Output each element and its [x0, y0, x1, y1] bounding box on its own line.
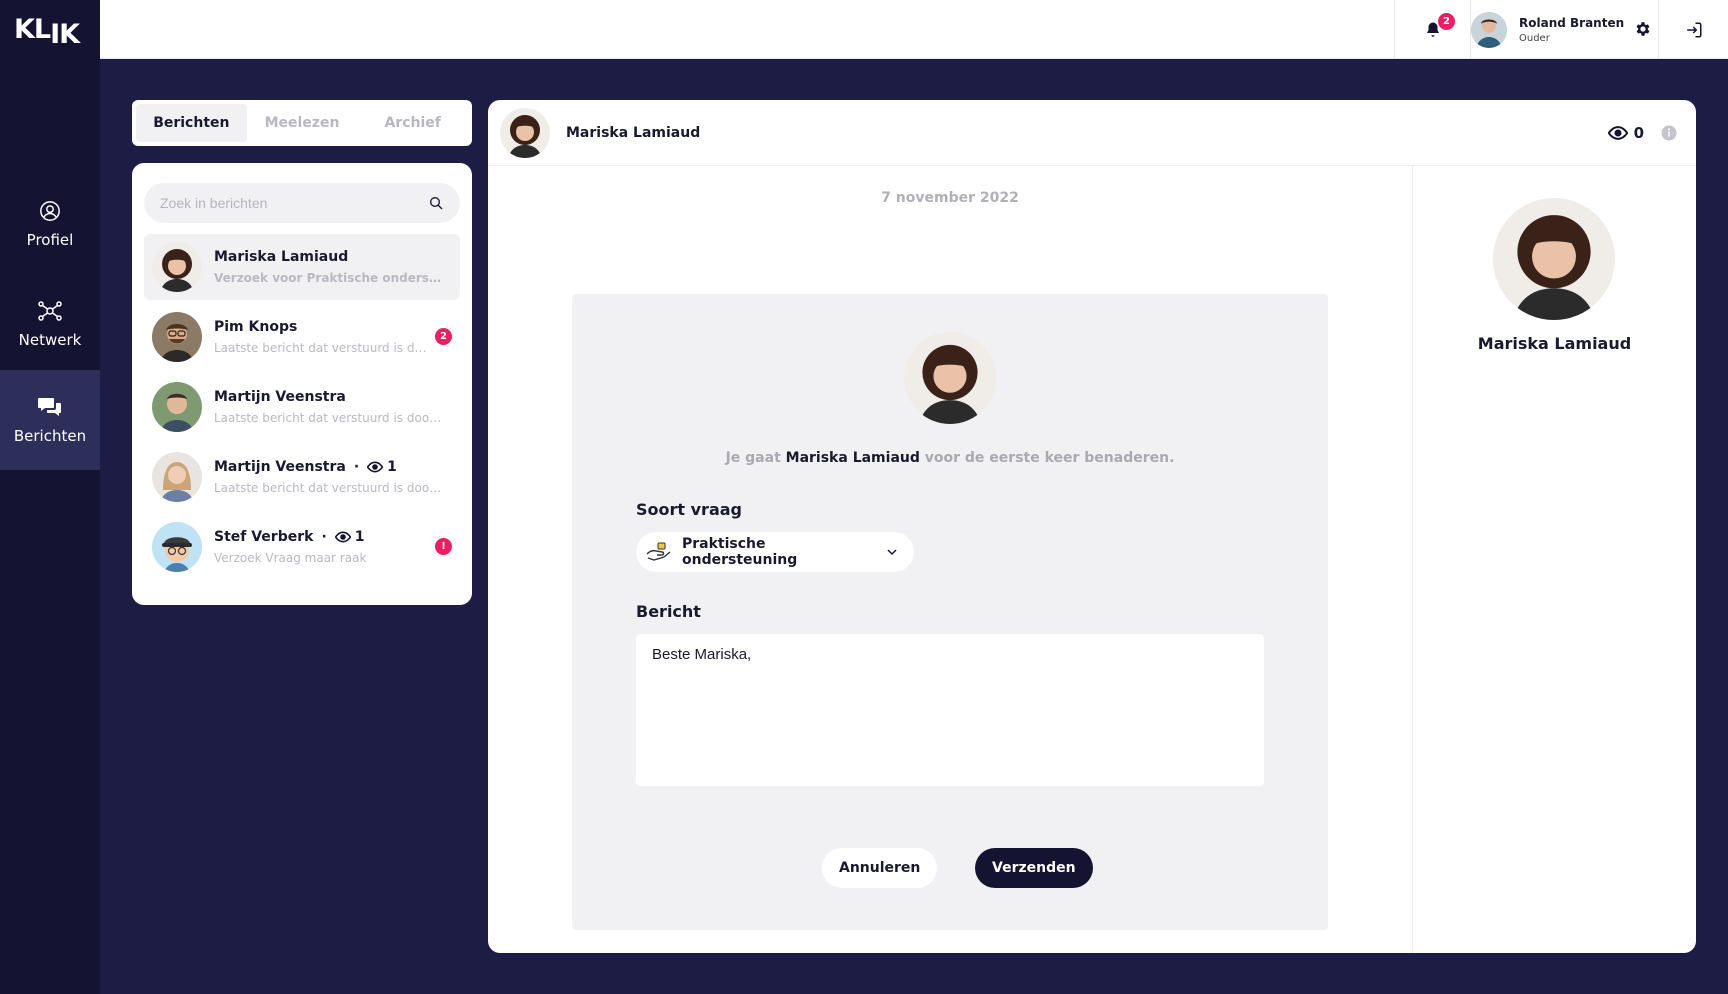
- avatar: [152, 522, 202, 572]
- send-button[interactable]: Verzenden: [975, 848, 1093, 888]
- view-count: 1: [334, 529, 365, 545]
- view-count: 1: [367, 459, 397, 475]
- separator-dot: ·: [353, 459, 360, 475]
- nav-label-berichten: Berichten: [13, 426, 87, 445]
- chevron-down-icon: [887, 549, 897, 556]
- view-count-value: 1: [354, 529, 365, 545]
- search-input[interactable]: [160, 195, 428, 211]
- gear-icon[interactable]: [1634, 20, 1652, 38]
- avatar: [152, 382, 202, 432]
- conversation-item[interactable]: Stef Verberk · 1 Verzoek Vraag maar raak…: [144, 514, 460, 580]
- profile-avatar: [1493, 198, 1615, 320]
- nav-label-netwerk: Netwerk: [18, 330, 82, 349]
- logout-icon: [1686, 22, 1701, 37]
- conversation-list: Mariska Lamiaud Verzoek voor Praktische …: [132, 163, 472, 605]
- tab-berichten[interactable]: Berichten: [136, 104, 247, 142]
- notification-count-badge: 2: [1438, 13, 1455, 30]
- nav-item-netwerk[interactable]: Netwerk: [0, 274, 100, 374]
- question-type-select[interactable]: Praktische ondersteuning: [636, 532, 914, 572]
- message-textarea[interactable]: Beste Mariska,: [636, 634, 1264, 786]
- conversation-item[interactable]: Pim Knops Laatste bericht dat verstuurd …: [144, 304, 460, 370]
- tab-archief[interactable]: Archief: [357, 104, 468, 142]
- question-type-label: Soort vraag: [636, 500, 742, 519]
- conversation-preview: Verzoek Vraag maar raak: [214, 551, 367, 565]
- conversation-name-text: Stef Verberk: [214, 529, 314, 545]
- network-icon: [38, 300, 62, 321]
- conversation-name-text: Martijn Veenstra: [214, 459, 346, 475]
- user-circle-icon: [40, 200, 60, 221]
- user-name: Roland Branten: [1519, 15, 1625, 30]
- top-bar: 2 Roland Branten Ouder: [100, 0, 1728, 59]
- view-count-value: 0: [1633, 124, 1644, 142]
- conversation-item[interactable]: Martijn Veenstra Laatste bericht dat ver…: [144, 374, 460, 440]
- chat-panel: Mariska Lamiaud 0 7 november 2022 Je gaa…: [488, 100, 1696, 953]
- unread-badge: 2: [435, 328, 452, 345]
- conversation-item[interactable]: Martijn Veenstra · 1 Laatste bericht dat…: [144, 444, 460, 510]
- side-nav: KLIK Profiel Netwerk Berichten: [0, 0, 100, 994]
- view-count: 0: [1607, 124, 1644, 142]
- compose-card: Je gaat Mariska Lamiaud voor de eerste k…: [572, 294, 1328, 930]
- conversation-name: Pim Knops: [214, 319, 298, 335]
- chat-header: Mariska Lamiaud 0: [488, 100, 1696, 166]
- nav-item-profiel[interactable]: Profiel: [0, 174, 100, 274]
- eye-icon: [367, 461, 384, 473]
- avatar: [152, 242, 202, 292]
- view-count-value: 1: [387, 459, 397, 475]
- conversation-preview: Verzoek voor Praktische ondersteu…: [214, 271, 444, 285]
- profile-name: Mariska Lamiaud: [1477, 334, 1632, 353]
- cancel-button[interactable]: Annuleren: [822, 848, 938, 888]
- panel-divider: [1412, 166, 1413, 953]
- hand-help-icon: [646, 542, 671, 561]
- approach-suffix: voor de eerste keer benaderen.: [919, 450, 1175, 466]
- search-bar: [144, 183, 460, 223]
- nav-label-profiel: Profiel: [26, 230, 74, 249]
- conversation-name: Stef Verberk · 1: [214, 529, 444, 545]
- avatar[interactable]: [500, 107, 550, 158]
- conversation-name: Martijn Veenstra: [214, 389, 346, 405]
- date-separator: 7 november 2022: [881, 190, 1019, 206]
- conversation-preview: Laatste bericht dat verstuurd is door…: [214, 411, 444, 425]
- info-icon[interactable]: [1660, 124, 1678, 142]
- conversation-name: Mariska Lamiaud: [214, 249, 349, 265]
- eye-icon: [334, 531, 351, 543]
- eye-icon: [1607, 126, 1628, 140]
- alert-badge: !: [435, 538, 452, 555]
- message-tabs: Berichten Meelezen Archief: [132, 100, 472, 146]
- tab-meelezen[interactable]: Meelezen: [247, 104, 358, 142]
- approach-prefix: Je gaat: [725, 450, 786, 466]
- conversation-preview: Laatste bericht dat verstuurd is d…: [214, 341, 427, 355]
- approach-notice: Je gaat Mariska Lamiaud voor de eerste k…: [572, 450, 1328, 466]
- conversation-preview: Laatste bericht dat verstuurd is door…: [214, 481, 444, 495]
- user-role: Ouder: [1519, 32, 1550, 44]
- nav-item-berichten[interactable]: Berichten: [0, 370, 100, 470]
- chat-title: Mariska Lamiaud: [566, 124, 701, 141]
- user-avatar: [1471, 11, 1507, 48]
- avatar: [904, 332, 996, 424]
- conversation-item[interactable]: Mariska Lamiaud Verzoek voor Praktische …: [144, 234, 460, 300]
- notifications-button[interactable]: 2: [1394, 0, 1470, 59]
- avatar: [152, 312, 202, 362]
- avatar: [152, 452, 202, 502]
- approach-name: Mariska Lamiaud: [785, 450, 920, 466]
- question-type-value: Praktische ondersteuning: [682, 536, 798, 568]
- message-label: Bericht: [636, 602, 701, 621]
- conversation-name: Martijn Veenstra · 1: [214, 459, 444, 475]
- app-logo[interactable]: KLIK: [14, 14, 80, 50]
- separator-dot: ·: [321, 529, 327, 545]
- logout-button[interactable]: [1658, 0, 1728, 59]
- search-icon[interactable]: [428, 195, 444, 211]
- chat-bubbles-icon: [38, 397, 61, 416]
